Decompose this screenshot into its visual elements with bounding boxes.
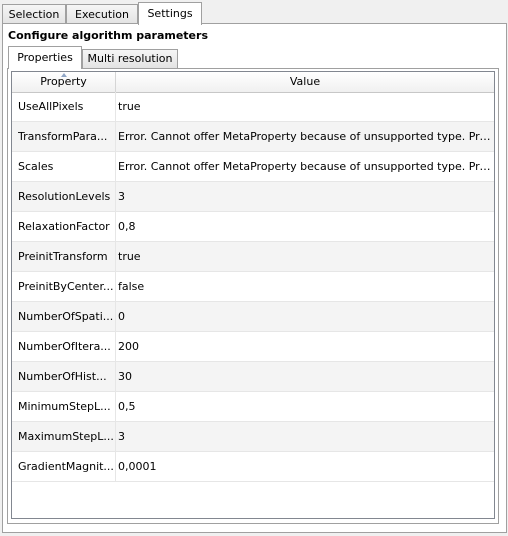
property-name-cell: PreinitTransform xyxy=(18,250,108,263)
property-value-cell[interactable]: Error. Cannot offer MetaProperty because… xyxy=(118,122,492,151)
tab-settings[interactable]: Settings xyxy=(138,2,202,25)
column-divider xyxy=(115,392,116,421)
column-divider xyxy=(115,92,116,121)
column-divider xyxy=(115,332,116,361)
property-name-cell: Scales xyxy=(18,160,54,173)
property-name-cell: PreinitByCenter... xyxy=(18,280,114,293)
property-name-cell: MaximumStepL... xyxy=(18,430,114,443)
property-value-cell[interactable]: 0,5 xyxy=(118,392,492,421)
table-row[interactable]: MaximumStepL... 3 xyxy=(12,422,494,452)
property-name-cell: MinimumStepL... xyxy=(18,400,111,413)
column-divider xyxy=(115,422,116,451)
sort-ascending-icon xyxy=(61,73,67,77)
column-header-value-label: Value xyxy=(289,75,321,88)
properties-panel: Property Value UseAllPixels true Transform… xyxy=(7,68,499,524)
table-row[interactable]: NumberOfHist... 30 xyxy=(12,362,494,392)
property-name-cell: UseAllPixels xyxy=(18,100,84,113)
sub-tab-bar: Properties Multi resolution xyxy=(8,46,488,69)
property-name-cell: NumberOfSpati... xyxy=(18,310,114,323)
property-value-cell[interactable]: 0,8 xyxy=(118,212,492,241)
tab-properties[interactable]: Properties xyxy=(8,46,82,69)
section-title: Configure algorithm parameters xyxy=(8,29,208,42)
properties-table[interactable]: Property Value UseAllPixels true Transform… xyxy=(11,71,495,519)
table-row[interactable]: PreinitByCenter... false xyxy=(12,272,494,302)
column-divider xyxy=(115,152,116,181)
property-name-cell: ResolutionLevels xyxy=(18,190,111,203)
table-row[interactable]: NumberOfSpati... 0 xyxy=(12,302,494,332)
property-value-cell[interactable]: true xyxy=(118,92,492,121)
property-name-cell: TransformPara... xyxy=(18,130,108,143)
table-row[interactable]: NumberOfItera... 200 xyxy=(12,332,494,362)
table-row[interactable]: MinimumStepL... 0,5 xyxy=(12,392,494,422)
property-value-cell[interactable]: 0,0001 xyxy=(118,452,492,481)
column-divider xyxy=(115,452,116,481)
column-header-value[interactable]: Value xyxy=(116,72,494,92)
property-value-cell[interactable]: true xyxy=(118,242,492,271)
table-row[interactable]: TransformPara... Error. Cannot offer Meta… xyxy=(12,122,494,152)
property-value-cell[interactable]: 0 xyxy=(118,302,492,331)
property-name-cell: GradientMagnit... xyxy=(18,460,114,473)
table-header: Property Value xyxy=(12,72,494,93)
property-value-cell[interactable]: false xyxy=(118,272,492,301)
property-value-cell[interactable]: 3 xyxy=(118,182,492,211)
tab-selection[interactable]: Selection xyxy=(2,4,66,24)
tab-execution[interactable]: Execution xyxy=(66,4,138,24)
table-row[interactable]: ResolutionLevels 3 xyxy=(12,182,494,212)
table-row[interactable]: GradientMagnit... 0,0001 xyxy=(12,452,494,482)
column-header-property[interactable]: Property xyxy=(12,72,116,92)
property-name-cell: NumberOfHist... xyxy=(18,370,107,383)
tab-multi-resolution[interactable]: Multi resolution xyxy=(82,49,178,68)
property-value-cell[interactable]: 200 xyxy=(118,332,492,361)
column-divider xyxy=(115,302,116,331)
column-divider xyxy=(115,182,116,211)
property-value-cell[interactable]: Error. Cannot offer MetaProperty because… xyxy=(118,152,492,181)
settings-panel: Configure algorithm parameters Propertie… xyxy=(2,23,507,533)
column-divider xyxy=(115,212,116,241)
column-divider xyxy=(115,242,116,271)
column-divider xyxy=(115,362,116,391)
column-divider xyxy=(115,122,116,151)
property-name-cell: RelaxationFactor xyxy=(18,220,110,233)
table-row[interactable]: UseAllPixels true xyxy=(12,92,494,122)
property-value-cell[interactable]: 30 xyxy=(118,362,492,391)
table-row[interactable]: PreinitTransform true xyxy=(12,242,494,272)
table-row[interactable]: Scales Error. Cannot offer MetaProperty b… xyxy=(12,152,494,182)
table-row[interactable]: RelaxationFactor 0,8 xyxy=(12,212,494,242)
property-name-cell: NumberOfItera... xyxy=(18,340,111,353)
column-divider xyxy=(115,272,116,301)
property-value-cell[interactable]: 3 xyxy=(118,422,492,451)
